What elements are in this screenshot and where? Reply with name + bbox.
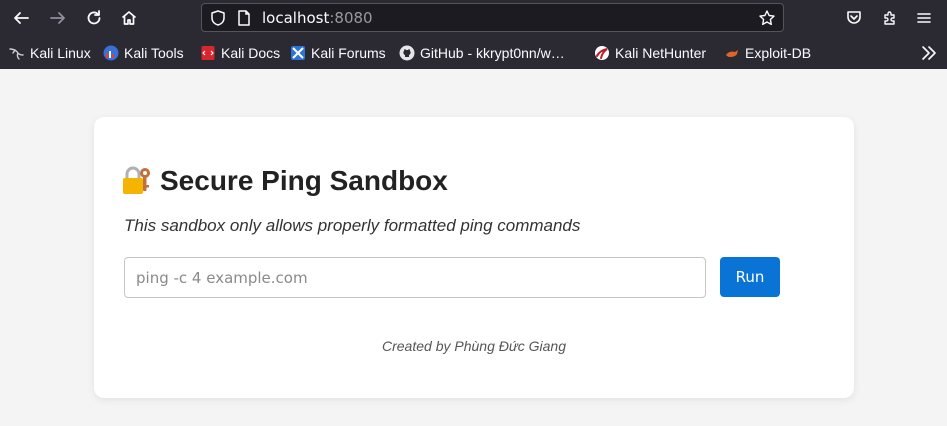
nethunter-icon [595, 46, 609, 60]
url-host: localhost [262, 9, 330, 27]
bookmark-label: GitHub - kkrypt0nn/w… [420, 45, 565, 61]
page-title: Secure Ping Sandbox [122, 165, 448, 197]
title-text: Secure Ping Sandbox [160, 165, 448, 196]
kali-forums-icon [291, 46, 305, 60]
bookmark-kali-docs[interactable]: Kali Docs [200, 44, 280, 62]
page-icon[interactable] [235, 9, 253, 27]
bookmark-label: Kali Forums [311, 45, 386, 61]
reload-button[interactable] [82, 6, 106, 30]
kali-dragon-icon [9, 48, 24, 60]
arrow-right-icon [50, 12, 65, 24]
lock-with-key-icon [123, 166, 150, 194]
arrow-left-icon [14, 12, 29, 24]
back-button[interactable] [9, 6, 33, 30]
kali-docs-icon [201, 46, 215, 60]
github-icon [399, 45, 415, 61]
star-icon[interactable] [758, 9, 776, 27]
kali-tools-icon [103, 45, 119, 61]
address-bar[interactable]: localhost:8080 [201, 3, 784, 32]
subtitle: This sandbox only allows properly format… [124, 216, 581, 235]
browser-toolbar: localhost:8080 [0, 0, 947, 36]
puzzle-icon [884, 11, 895, 25]
bookmark-kali-nethunter[interactable]: Kali NetHunter [594, 44, 706, 62]
run-button[interactable]: Run [720, 257, 780, 297]
pocket-button[interactable] [842, 6, 866, 30]
bookmark-label: Kali Docs [221, 45, 281, 61]
bookmark-kali-tools[interactable]: Kali Tools [103, 44, 184, 62]
chevron-double-right-icon[interactable] [919, 43, 939, 63]
shield-icon[interactable] [209, 9, 227, 27]
hamburger-menu-icon [917, 13, 931, 23]
bookmark-exploit-db[interactable]: Exploit-DB [724, 44, 811, 62]
bookmark-label: Kali Linux [30, 45, 91, 61]
url-text[interactable]: localhost:8080 [262, 9, 373, 27]
forward-button[interactable] [46, 6, 70, 30]
home-icon [121, 11, 137, 25]
reload-icon [87, 10, 101, 25]
extensions-button[interactable] [878, 6, 902, 30]
bookmark-kali-linux[interactable]: Kali Linux [9, 44, 91, 62]
browser-chrome: localhost:8080 Kali Linux Kali Tools Kal… [0, 0, 947, 69]
url-port: :8080 [329, 9, 373, 27]
menu-button[interactable] [912, 6, 936, 30]
bookmark-label: Kali Tools [124, 45, 184, 61]
bookmark-label: Exploit-DB [745, 45, 812, 61]
exploit-db-icon [726, 50, 738, 57]
pocket-icon [847, 11, 861, 24]
bookmark-github[interactable]: GitHub - kkrypt0nn/w… [399, 44, 565, 62]
credit-text: Created by Phùng Đức Giang [382, 338, 566, 354]
home-button[interactable] [117, 6, 141, 30]
bookmark-kali-forums[interactable]: Kali Forums [290, 44, 386, 62]
sandbox-card: Secure Ping Sandbox This sandbox only al… [94, 117, 854, 398]
bookmark-label: Kali NetHunter [615, 45, 707, 61]
bookmarks-bar: Kali Linux Kali Tools Kali Docs Kali For… [0, 36, 947, 69]
ping-command-input[interactable] [124, 257, 706, 298]
